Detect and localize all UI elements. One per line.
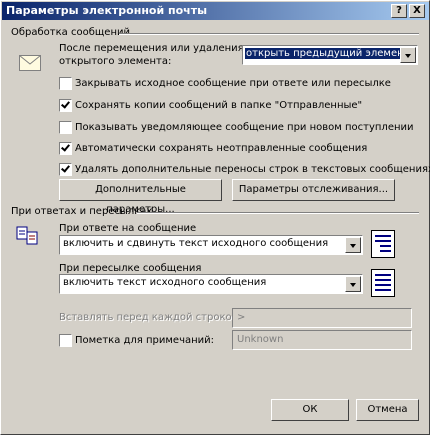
reply-dropdown[interactable]: включить и сдвинуть текст исходного сооб…: [59, 235, 363, 255]
comments-input[interactable]: Unknown: [232, 330, 412, 350]
after-move-value: открыть предыдущий элемент: [245, 48, 411, 59]
group-divider: [137, 212, 419, 214]
title-bar: Параметры электронной почты ? X: [2, 2, 429, 20]
email-options-dialog: Параметры электронной почты ? X Обработк…: [0, 0, 430, 435]
prefix-value: >: [237, 312, 246, 323]
reply-forward-icon: [16, 226, 38, 245]
option-label-close-original: Закрывать исходное сообщение при ответе …: [75, 78, 391, 89]
forward-dropdown[interactable]: включить текст исходного сообщения: [59, 274, 363, 294]
option-checkbox-close-original[interactable]: [59, 77, 72, 90]
option-label-remove-breaks: Удалять дополнительные переносы строк в …: [75, 164, 430, 175]
ok-button[interactable]: ОК: [271, 399, 349, 421]
chevron-down-icon[interactable]: [345, 276, 361, 292]
tracking-options-button[interactable]: Параметры отслеживания...: [232, 179, 395, 201]
advanced-options-button[interactable]: Дополнительные параметры...: [59, 179, 222, 215]
forward-value: включить текст исходного сообщения: [63, 277, 267, 288]
message-handling-group-label: Обработка сообщений: [11, 27, 130, 38]
prefix-label: Вставлять перед каждой строкой:: [59, 312, 242, 323]
forward-label: При пересылке сообщения: [59, 263, 202, 274]
option-label-autosave: Автоматически сохранять неотправленные с…: [75, 143, 368, 154]
after-move-label-line2: открытого элемента:: [59, 56, 172, 67]
option-label-save-copies: Сохранять копии сообщений в папке "Отпра…: [75, 100, 363, 111]
cancel-button[interactable]: Отмена: [356, 399, 419, 421]
reply-value: включить и сдвинуть текст исходного сооб…: [63, 238, 329, 249]
close-button[interactable]: X: [409, 4, 425, 18]
option-checkbox-save-copies[interactable]: [59, 99, 72, 112]
forward-format-preview-icon: [371, 269, 395, 297]
help-button[interactable]: ?: [391, 4, 407, 18]
option-checkbox-remove-breaks[interactable]: [59, 163, 72, 176]
reply-label: При ответе на сообщение: [59, 223, 197, 234]
prefix-input[interactable]: >: [232, 308, 412, 328]
comments-label: Пометка для примечаний:: [75, 335, 215, 346]
chevron-down-icon[interactable]: [345, 237, 361, 253]
replies-group-label: При ответах и пересылках: [11, 206, 153, 217]
comments-value: Unknown: [237, 334, 284, 345]
option-checkbox-autosave[interactable]: [59, 142, 72, 155]
group-divider: [119, 33, 419, 35]
option-checkbox-notify-new[interactable]: [59, 121, 72, 134]
after-move-dropdown[interactable]: открыть предыдущий элемент: [242, 45, 418, 65]
chevron-down-icon[interactable]: [400, 47, 416, 63]
reply-format-preview-icon: [371, 230, 395, 258]
envelope-icon: [19, 55, 41, 71]
window-title: Параметры электронной почты: [6, 4, 208, 17]
after-move-label-line1: После перемещения или удаления: [59, 43, 244, 54]
option-label-notify-new: Показывать уведомляющее сообщение при но…: [75, 122, 414, 133]
comments-checkbox[interactable]: [59, 334, 72, 347]
